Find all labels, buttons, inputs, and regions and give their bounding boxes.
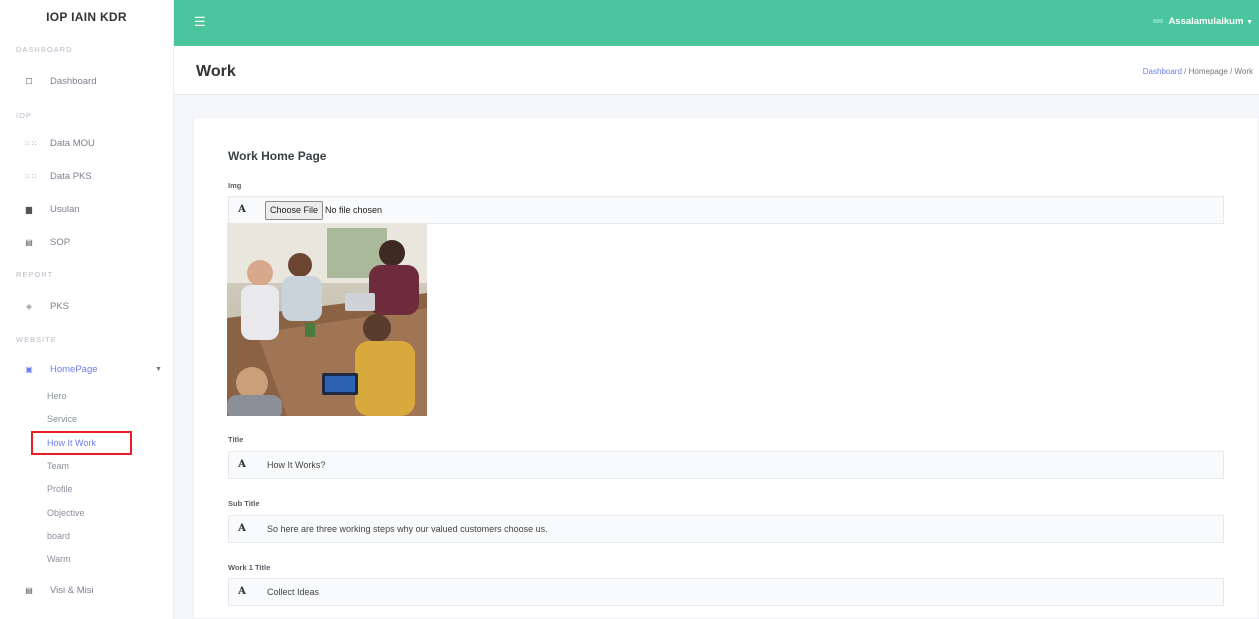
- page-header: Work Dashboard / Homepage / Work: [174, 46, 1259, 95]
- eye-icon: ◈: [25, 301, 33, 311]
- sidebar-item-label: Visi & Misi: [50, 584, 94, 596]
- card-title: Work Home Page: [228, 149, 327, 163]
- sidebar-subitem-warm[interactable]: Warm: [47, 552, 71, 566]
- choose-file-button[interactable]: Choose File: [265, 201, 324, 220]
- sidebar-item-label: SOP: [50, 236, 71, 248]
- breadcrumb: Dashboard / Homepage / Work: [1143, 67, 1253, 76]
- image-preview: [227, 223, 427, 416]
- section-report: REPORT: [16, 270, 54, 279]
- subtitle-input[interactable]: A So here are three working steps why ou…: [228, 515, 1224, 543]
- sidebar-item-label: Data PKS: [50, 170, 92, 182]
- section-dashboard: DASHBOARD: [16, 45, 73, 54]
- avatar: [1153, 19, 1164, 24]
- sidebar-item-data-pks[interactable]: ⁙⁙ Data PKS: [24, 166, 92, 186]
- building-icon: ▣: [25, 364, 33, 374]
- sidebar-item-label: Data MOU: [50, 137, 95, 149]
- subtitle-label: Sub Title: [228, 499, 260, 508]
- title-input[interactable]: A How It Works?: [228, 451, 1224, 479]
- work1-title-input[interactable]: A Collect Ideas: [228, 578, 1224, 606]
- user-greeting: Assalamulaikum: [1168, 16, 1244, 27]
- sidebar-subitem-service[interactable]: Service: [47, 412, 77, 426]
- sidebar-subitem-profile[interactable]: Profile: [47, 482, 73, 496]
- subtitle-value: So here are three working steps why our …: [267, 524, 548, 534]
- img-label: Img: [228, 181, 242, 190]
- top-navbar: ☰ Assalamulaikum ▼: [174, 0, 1259, 46]
- text-format-icon: A: [238, 204, 246, 215]
- sidebar-subitem-team[interactable]: Team: [47, 459, 69, 473]
- sidebar-item-dashboard[interactable]: ☐ Dashboard: [25, 71, 97, 91]
- sidebar: IOP IAIN KDR DASHBOARD ☐ Dashboard IOP ⁙…: [0, 0, 174, 619]
- document-icon: ▤: [25, 237, 33, 247]
- document-icon: ▤: [25, 585, 33, 595]
- sidebar-item-pks[interactable]: ◈ PKS: [26, 296, 70, 316]
- img-input-group: A Choose File No file chosen: [228, 196, 1224, 224]
- sidebar-subitem-objective[interactable]: Objective: [47, 506, 85, 520]
- section-iop: IOP: [16, 111, 32, 120]
- sidebar-subitem-hero[interactable]: Hero: [47, 389, 67, 403]
- chevron-down-icon[interactable]: ▼: [155, 366, 162, 373]
- text-format-icon: A: [238, 586, 246, 597]
- brand-logo[interactable]: IOP IAIN KDR: [0, 0, 173, 34]
- hamburger-menu-icon[interactable]: ☰: [194, 14, 206, 30]
- breadcrumb-homepage: Homepage: [1188, 67, 1228, 76]
- grid-icon: ⁙⁙: [24, 171, 38, 181]
- text-format-icon: A: [238, 459, 246, 470]
- user-menu[interactable]: Assalamulaikum ▼: [1153, 16, 1253, 27]
- grid-icon: ⁙⁙: [24, 138, 38, 148]
- sidebar-item-label: Usulan: [50, 203, 80, 215]
- work1-title-label: Work 1 Title: [228, 563, 271, 572]
- breadcrumb-dashboard-link[interactable]: Dashboard: [1143, 67, 1182, 76]
- breadcrumb-current: Work: [1234, 67, 1253, 76]
- sidebar-item-data-mou[interactable]: ⁙⁙ Data MOU: [24, 133, 95, 153]
- square-icon: ☐: [25, 76, 33, 86]
- sidebar-item-homepage[interactable]: ▣ HomePage: [25, 359, 98, 379]
- sidebar-item-sop[interactable]: ▤ SOP: [25, 232, 71, 252]
- file-status-text: No file chosen: [325, 205, 383, 215]
- breadcrumb-separator: /: [1230, 67, 1233, 76]
- work1-title-value: Collect Ideas: [267, 587, 320, 597]
- sidebar-item-visi-misi[interactable]: ▤ Visi & Misi: [25, 580, 94, 600]
- selection-highlight-box: [31, 431, 132, 455]
- sidebar-item-label: Dashboard: [50, 75, 97, 87]
- team-meeting-photo: [227, 223, 427, 416]
- text-format-icon: A: [238, 523, 246, 534]
- inbox-icon: ▆: [25, 204, 33, 214]
- sidebar-item-label: PKS: [50, 300, 70, 312]
- title-value: How It Works?: [267, 460, 326, 470]
- section-website: WEBSITE: [16, 335, 57, 344]
- sidebar-subitem-board[interactable]: board: [47, 529, 70, 543]
- caret-down-icon: ▼: [1246, 19, 1253, 26]
- breadcrumb-separator: /: [1184, 67, 1187, 76]
- title-label: Title: [228, 435, 244, 444]
- sidebar-item-usulan[interactable]: ▆ Usulan: [26, 199, 80, 219]
- sidebar-item-label: HomePage: [50, 363, 98, 375]
- page-title: Work: [196, 63, 236, 80]
